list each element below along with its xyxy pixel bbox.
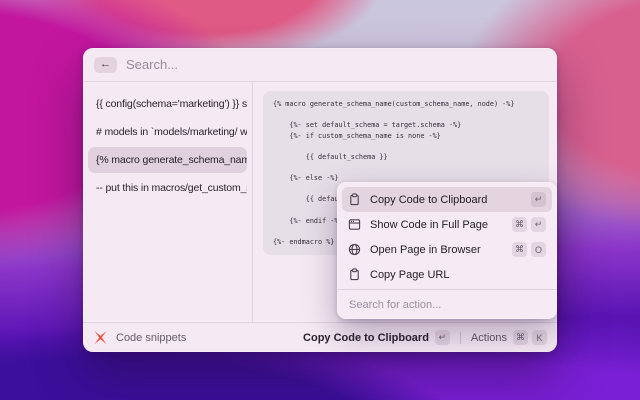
actions-menu: Copy Code to Clipboard ↵ Show Code in Fu… xyxy=(337,182,557,319)
key-badge: O xyxy=(531,242,546,257)
menu-item[interactable]: Open Page in Browser ⌘ O xyxy=(342,237,552,262)
command-title: Code snippets xyxy=(116,331,187,344)
menu-item-label: Show Code in Full Page xyxy=(370,218,489,231)
primary-action-shortcut: ↵ xyxy=(434,330,450,345)
menu-item-shortcut: ⌘ O xyxy=(512,242,546,257)
menu-item-shortcut: ⌘ ↵ xyxy=(512,217,546,232)
list-item-label: # models in `models/marketing/ will... xyxy=(96,126,247,138)
action-search-field[interactable]: Search for action... xyxy=(337,289,557,319)
key-badge: ⌘ xyxy=(512,217,527,232)
actions-button[interactable]: Actions xyxy=(471,332,507,344)
key-badge: ↵ xyxy=(531,217,546,232)
menu-item-label: Copy Code to Clipboard xyxy=(370,193,488,206)
list-item-label: {{ config(schema='marketing') }} sel... xyxy=(96,98,247,110)
globe-icon xyxy=(348,243,361,256)
menu-item[interactable]: Copy Code to Clipboard ↵ xyxy=(342,187,552,212)
list-item[interactable]: # models in `models/marketing/ will... xyxy=(88,119,247,145)
search-input[interactable]: Search... xyxy=(126,57,178,72)
menu-item[interactable]: Copy Page URL xyxy=(342,262,552,287)
list-item-label: {% macro generate_schema_name(c... xyxy=(96,154,247,166)
menu-item[interactable]: Show Code in Full Page ⌘ ↵ xyxy=(342,212,552,237)
menu-item-label: Copy Page URL xyxy=(370,268,450,281)
actions-menu-items: Copy Code to Clipboard ↵ Show Code in Fu… xyxy=(337,182,557,289)
snippet-list: {{ config(schema='marketing') }} sel... … xyxy=(83,82,253,322)
key-badge: ⌘ xyxy=(512,242,527,257)
menu-item-shortcut: ↵ xyxy=(531,192,546,207)
arrow-left-icon: ← xyxy=(100,58,111,70)
launcher-window: ← Search... {{ config(schema='marketing'… xyxy=(83,48,557,352)
list-item[interactable]: {% macro generate_schema_name(c... xyxy=(88,147,247,173)
list-item[interactable]: {{ config(schema='marketing') }} sel... xyxy=(88,91,247,117)
footer-divider xyxy=(459,331,461,344)
status-bar-right: Copy Code to Clipboard ↵ Actions ⌘ K xyxy=(303,330,547,345)
status-bar: Code snippets Copy Code to Clipboard ↵ A… xyxy=(83,322,557,352)
clipboard-icon xyxy=(348,193,361,206)
back-button[interactable]: ← xyxy=(94,56,117,73)
action-search-placeholder: Search for action... xyxy=(349,298,442,311)
window-icon xyxy=(348,218,361,231)
search-header: ← Search... xyxy=(83,48,557,82)
status-bar-left: Code snippets xyxy=(93,330,186,345)
key-badge: K xyxy=(532,330,547,345)
key-badge: ↵ xyxy=(531,192,546,207)
list-item[interactable]: -- put this in macros/get_custom_sc... xyxy=(88,175,247,201)
key-badge: ⌘ xyxy=(513,330,528,345)
menu-item-label: Open Page in Browser xyxy=(370,243,481,256)
extension-logo-icon xyxy=(93,330,108,345)
clipboard-icon xyxy=(348,268,361,281)
key-badge: ↵ xyxy=(434,330,450,345)
list-item-label: -- put this in macros/get_custom_sc... xyxy=(96,182,247,194)
primary-action-button[interactable]: Copy Code to Clipboard xyxy=(303,332,429,344)
actions-shortcut: ⌘ K xyxy=(513,330,547,345)
